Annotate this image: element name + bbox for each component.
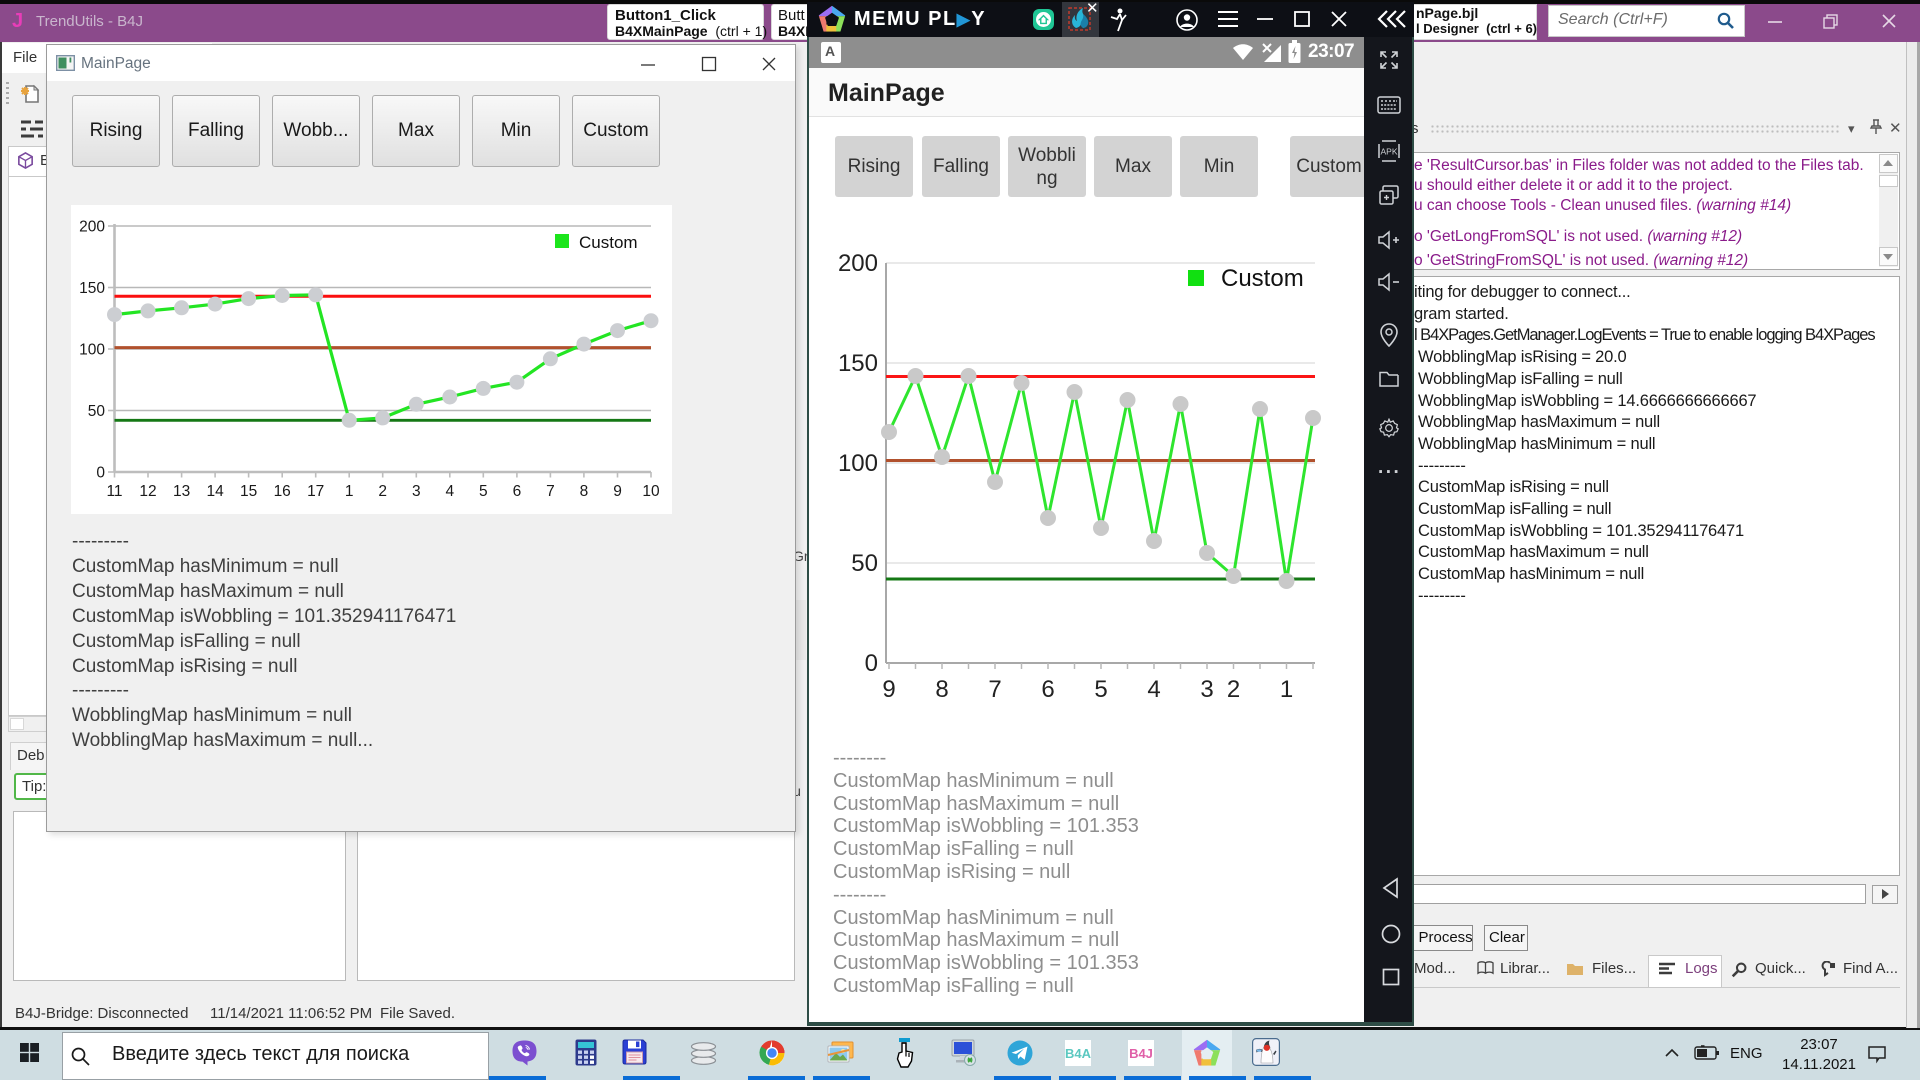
- svg-text:8: 8: [580, 483, 589, 500]
- svg-text:200: 200: [79, 219, 105, 236]
- svg-text:17: 17: [307, 483, 324, 500]
- svg-text:6: 6: [1041, 676, 1054, 701]
- svg-text:5: 5: [479, 483, 488, 500]
- svg-text:9: 9: [882, 676, 895, 701]
- svg-text:150: 150: [838, 350, 878, 377]
- svg-text:2: 2: [378, 483, 387, 500]
- svg-text:3: 3: [412, 483, 421, 500]
- svg-text:11: 11: [106, 483, 122, 500]
- svg-text:Custom: Custom: [579, 233, 638, 252]
- svg-text:100: 100: [838, 450, 878, 477]
- svg-text:Custom: Custom: [1221, 265, 1304, 292]
- svg-text:8: 8: [935, 676, 948, 701]
- svg-text:1: 1: [1280, 676, 1293, 701]
- svg-text:14: 14: [206, 483, 224, 500]
- svg-text:13: 13: [173, 483, 190, 500]
- svg-text:150: 150: [79, 280, 105, 297]
- svg-text:12: 12: [139, 483, 156, 500]
- svg-text:7: 7: [546, 483, 555, 500]
- svg-text:9: 9: [613, 483, 622, 500]
- svg-text:0: 0: [96, 465, 105, 482]
- svg-text:4: 4: [445, 483, 454, 500]
- svg-text:50: 50: [88, 403, 106, 420]
- svg-text:100: 100: [79, 342, 105, 359]
- svg-text:4: 4: [1147, 676, 1160, 701]
- svg-text:0: 0: [865, 650, 878, 677]
- svg-text:15: 15: [240, 483, 257, 500]
- svg-text:7: 7: [988, 676, 1001, 701]
- svg-text:6: 6: [513, 483, 522, 500]
- svg-text:3: 3: [1200, 676, 1213, 701]
- svg-text:16: 16: [274, 483, 291, 500]
- svg-text:1: 1: [345, 483, 354, 500]
- svg-text:10: 10: [642, 483, 660, 500]
- svg-text:200: 200: [838, 250, 878, 277]
- svg-text:2: 2: [1227, 676, 1240, 701]
- svg-text:5: 5: [1094, 676, 1107, 701]
- svg-text:APK: APK: [1380, 147, 1397, 157]
- svg-text:50: 50: [851, 550, 878, 577]
